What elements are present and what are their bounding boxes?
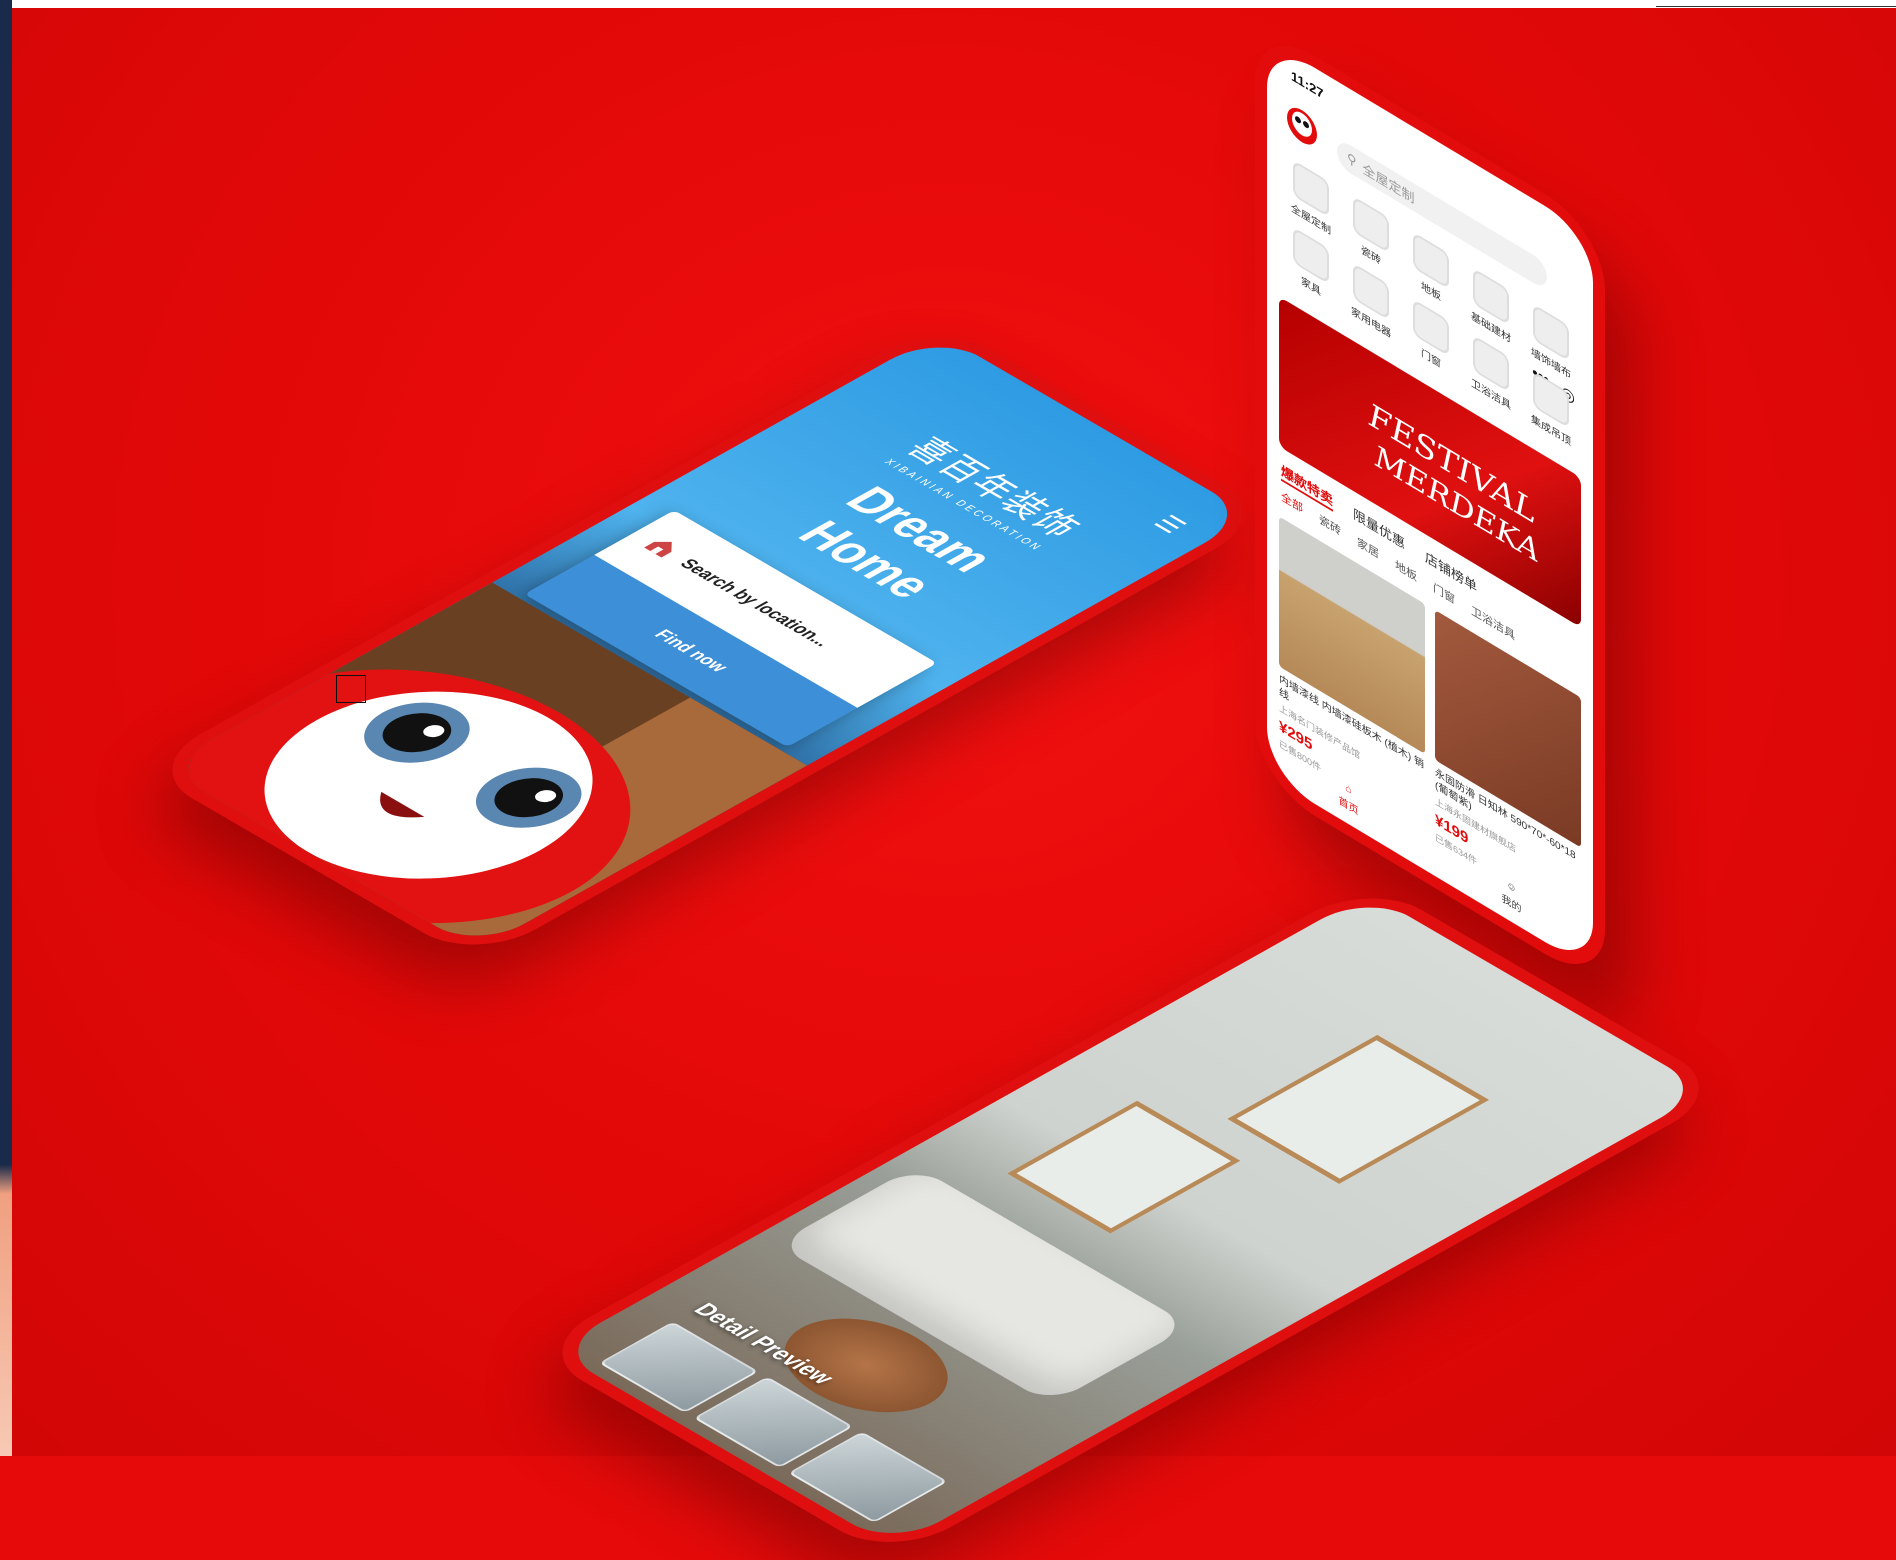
house-icon xyxy=(634,533,687,563)
menu-icon[interactable]: ☰ xyxy=(1145,511,1193,538)
top-right-line xyxy=(1656,0,1896,7)
tile-icon xyxy=(1353,195,1389,254)
left-edge-strip xyxy=(0,0,12,1456)
wall-frame xyxy=(1007,1100,1241,1234)
home-icon: ⌂ xyxy=(1345,782,1352,797)
status-time: 11:27 xyxy=(1291,67,1324,103)
floor-icon xyxy=(1413,231,1449,290)
wall-frame xyxy=(1227,1034,1490,1184)
selection-marker xyxy=(336,675,366,703)
furniture-icon xyxy=(1293,226,1329,285)
search-icon: ⚲ xyxy=(1347,149,1357,170)
top-edge-line xyxy=(12,0,1896,8)
window-icon xyxy=(1413,298,1449,357)
mascot-logo-icon xyxy=(1285,94,1319,159)
search-placeholder: 全屋定制 xyxy=(1362,160,1415,207)
